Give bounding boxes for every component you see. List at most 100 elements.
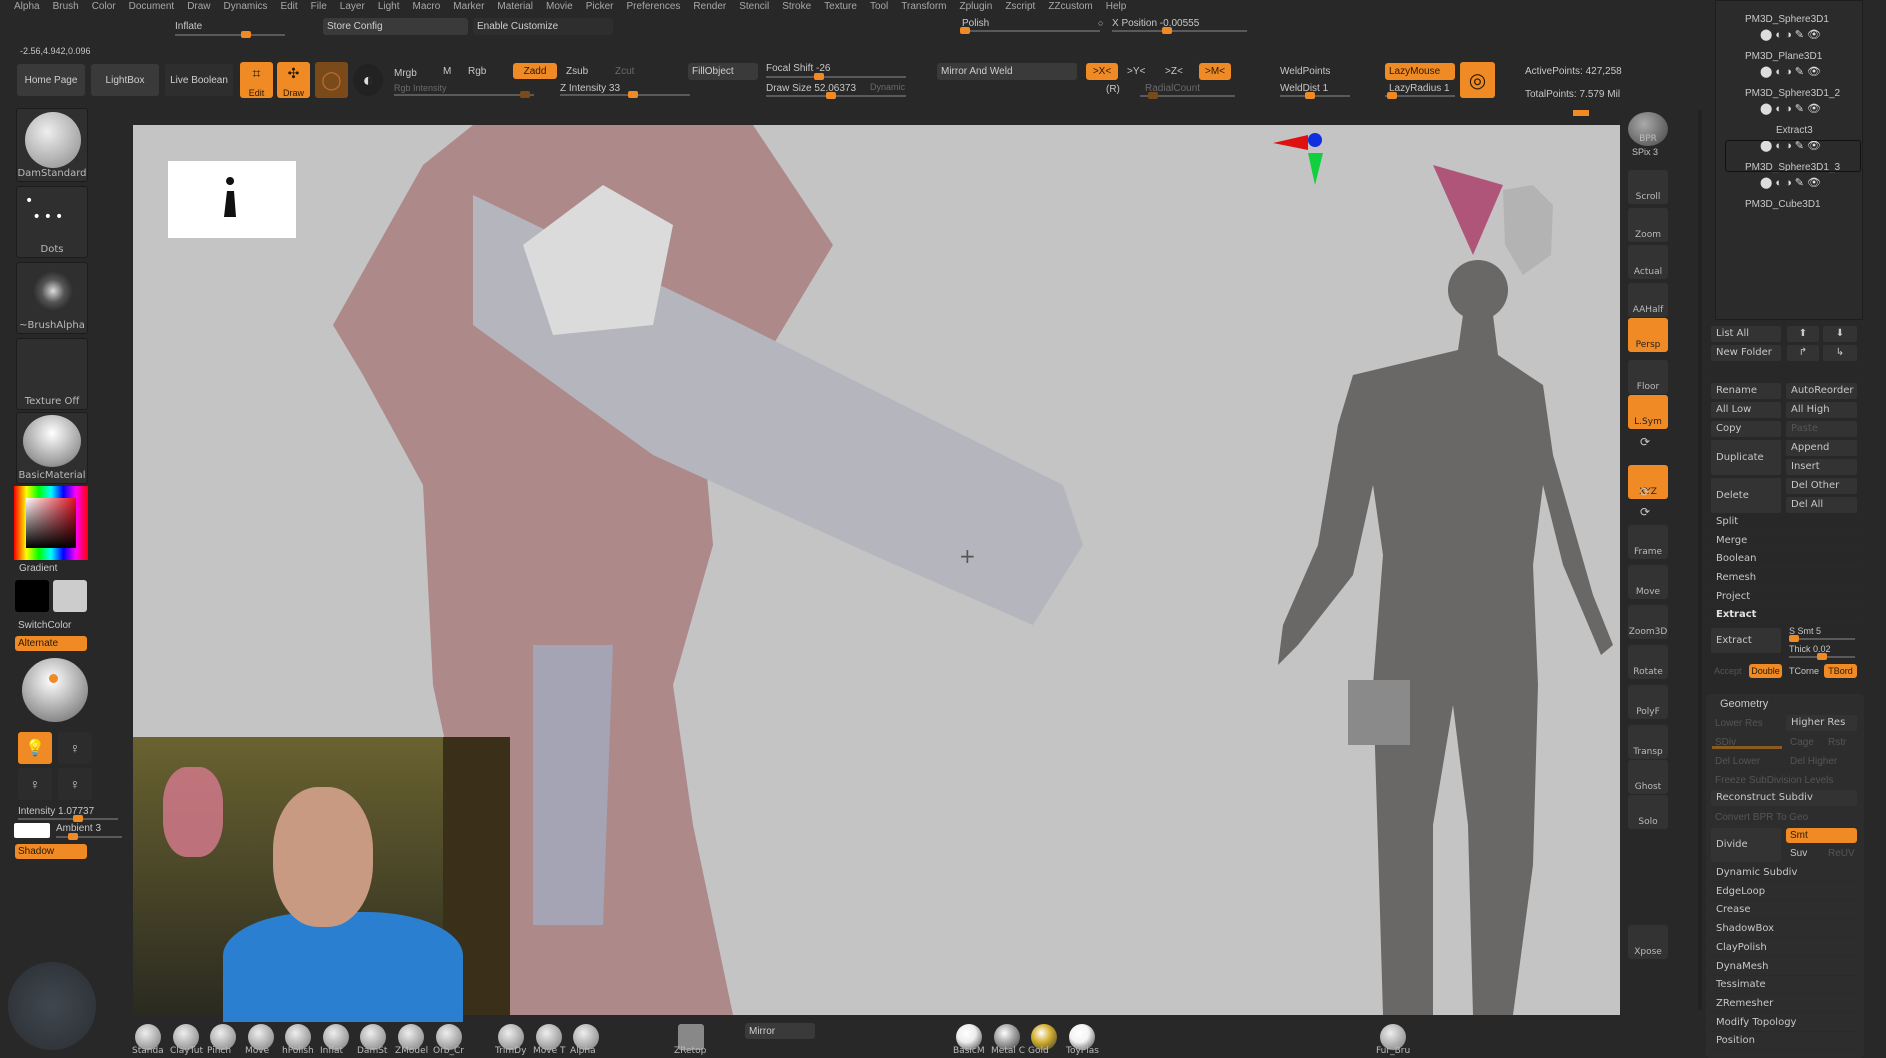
inflate-slider[interactable] — [175, 31, 285, 38]
lightbox-button[interactable]: LightBox — [91, 64, 159, 96]
radial-button[interactable]: (R) — [1106, 84, 1120, 95]
sculptris-button[interactable]: ◐ — [353, 64, 383, 96]
weld-points-button[interactable]: WeldPoints — [1280, 66, 1330, 77]
subtool-item-name[interactable]: Extract3 — [1776, 125, 1813, 136]
subtool-item-name[interactable]: PM3D_Sphere3D1_2 — [1745, 88, 1840, 99]
s-smt-slider[interactable] — [1789, 635, 1855, 642]
mirror-and-weld-button[interactable]: Mirror And Weld — [937, 63, 1077, 80]
sdiv-slider[interactable] — [1712, 746, 1782, 749]
shelf-ghost-button[interactable]: Ghost — [1628, 760, 1668, 794]
fill-object-button[interactable]: FillObject — [688, 63, 758, 80]
menu-item-zscript[interactable]: Zscript — [1005, 0, 1035, 15]
light-sphere[interactable] — [22, 658, 88, 722]
higher-res-button[interactable]: Higher Res — [1786, 715, 1857, 731]
menu-item-movie[interactable]: Movie — [546, 0, 573, 15]
tcorner-button[interactable]: TCorne — [1789, 666, 1819, 676]
color-picker[interactable] — [14, 486, 88, 560]
merge-section[interactable]: Merge — [1710, 532, 1858, 550]
draw-size-slider[interactable] — [766, 92, 906, 99]
reuv-toggle[interactable]: ReUV — [1828, 848, 1855, 859]
shelf-lsym-button[interactable]: L.Sym — [1628, 395, 1668, 429]
menu-item-brush[interactable]: Brush — [53, 0, 79, 15]
polish-toggle[interactable]: ○ — [1098, 18, 1103, 28]
tborder-button[interactable]: TBord — [1824, 664, 1857, 678]
lazy-mouse-button[interactable]: LazyMouse — [1385, 63, 1455, 80]
copy-button[interactable]: Copy — [1711, 421, 1781, 437]
menu-item-preferences[interactable]: Preferences — [626, 0, 680, 15]
subtool-controls[interactable]: ⬤ ◐ ◑ ✎ 👁 — [1760, 28, 1821, 41]
menu-item-edit[interactable]: Edit — [280, 0, 297, 15]
freeze-subdivision-button[interactable]: Freeze SubDivision Levels — [1715, 775, 1833, 786]
del-higher-button[interactable]: Del Higher — [1790, 756, 1837, 767]
move-into-folder-button[interactable]: ↱ — [1787, 345, 1819, 361]
canvas-viewport[interactable]: + — [133, 125, 1620, 1022]
subtool-item-name[interactable]: PM3D_Cube3D1 — [1745, 199, 1821, 210]
extract-section-header[interactable]: Extract — [1710, 606, 1858, 624]
del-all-button[interactable]: Del All — [1786, 497, 1857, 513]
geometry-position-section[interactable]: Position — [1710, 1032, 1858, 1051]
split-section[interactable]: Split — [1710, 513, 1858, 531]
shelf-actual-button[interactable]: Actual — [1628, 245, 1668, 279]
light-2-button[interactable]: ♀ — [58, 732, 92, 764]
move-down-button[interactable]: ⬇ — [1823, 326, 1857, 342]
secondary-color-swatch[interactable] — [53, 580, 87, 612]
enable-customize-button[interactable]: Enable Customize — [473, 18, 613, 35]
menu-item-zzcustom[interactable]: ZZcustom — [1048, 0, 1092, 15]
geometry-dynamesh-section[interactable]: DynaMesh — [1710, 958, 1858, 976]
menu-item-tool[interactable]: Tool — [870, 0, 888, 15]
geometry-tessimate-section[interactable]: Tessimate — [1710, 976, 1858, 995]
shelf-zoom-button[interactable]: Zoom — [1628, 208, 1668, 242]
polish-slider[interactable] — [960, 27, 1100, 34]
move-up-button[interactable]: ⬆ — [1787, 326, 1819, 342]
main-color-swatch[interactable] — [15, 580, 49, 612]
menu-item-layer[interactable]: Layer — [340, 0, 365, 15]
new-folder-button[interactable]: New Folder — [1711, 345, 1781, 361]
menu-item-texture[interactable]: Texture — [824, 0, 857, 15]
rename-button[interactable]: Rename — [1711, 383, 1781, 399]
m-button[interactable]: M — [443, 66, 451, 77]
shelf-bpr-button[interactable]: BPR — [1628, 112, 1668, 146]
geometry-header[interactable]: Geometry — [1720, 698, 1768, 710]
dynamic-button[interactable]: Dynamic — [870, 82, 905, 92]
alpha-selector[interactable]: ~BrushAlpha — [16, 262, 88, 334]
paste-button[interactable]: Paste — [1786, 421, 1857, 437]
boolean-section[interactable]: Boolean — [1710, 550, 1858, 568]
geometry-claypolish-section[interactable]: ClayPolish — [1710, 939, 1858, 957]
shelf-aahalf-button[interactable]: AAHalf — [1628, 283, 1668, 317]
shelf-icon-9[interactable]: ⟳ — [1640, 435, 1650, 449]
subtool-controls[interactable]: ⬤ ◐ ◑ ✎ 👁 — [1760, 65, 1821, 78]
menu-item-zplugin[interactable]: Zplugin — [960, 0, 993, 15]
menu-item-stencil[interactable]: Stencil — [739, 0, 769, 15]
mirror-button[interactable]: Mirror — [745, 1023, 815, 1039]
divide-button[interactable]: Divide — [1711, 828, 1781, 862]
shelf-frame-button[interactable]: Frame — [1628, 525, 1668, 559]
shelf-floor-button[interactable]: Floor — [1628, 360, 1668, 394]
lower-res-button[interactable]: Lower Res — [1715, 718, 1763, 729]
shelf-solo-button[interactable]: Solo — [1628, 795, 1668, 829]
stroke-selector[interactable]: • ••• Dots — [16, 186, 88, 258]
shelf-transp-button[interactable]: Transp — [1628, 725, 1668, 759]
focal-shift-slider[interactable] — [766, 73, 906, 80]
del-other-button[interactable]: Del Other — [1786, 478, 1857, 494]
all-low-button[interactable]: All Low — [1711, 402, 1781, 418]
shelf-move-button[interactable]: Move — [1628, 565, 1668, 599]
extract-button[interactable]: Extract — [1711, 628, 1781, 653]
subtool-controls[interactable]: ⬤ ◐ ◑ ✎ 👁 — [1760, 102, 1821, 115]
brush-selector[interactable]: DamStandard — [16, 108, 88, 182]
alternate-button[interactable]: Alternate — [15, 636, 87, 651]
menu-item-draw[interactable]: Draw — [187, 0, 210, 15]
gradient-button[interactable]: Gradient — [19, 563, 57, 574]
thick-slider[interactable] — [1789, 653, 1855, 660]
light-3-button[interactable]: ♀ — [18, 768, 52, 800]
del-lower-button[interactable]: Del Lower — [1715, 756, 1760, 767]
switch-color-button[interactable]: SwitchColor — [18, 620, 71, 631]
rgb-intensity-slider[interactable] — [394, 91, 534, 98]
menu-item-stroke[interactable]: Stroke — [782, 0, 811, 15]
shelf-polyf-button[interactable]: PolyF — [1628, 685, 1668, 719]
draw-button[interactable]: ✣ Draw — [277, 62, 310, 98]
menu-item-alpha[interactable]: Alpha — [14, 0, 40, 15]
rgb-button[interactable]: Rgb — [468, 66, 486, 77]
rstr-button[interactable]: Rstr — [1828, 737, 1846, 748]
z-symmetry-button[interactable]: >Z< — [1165, 66, 1183, 77]
menu-item-light[interactable]: Light — [378, 0, 400, 15]
